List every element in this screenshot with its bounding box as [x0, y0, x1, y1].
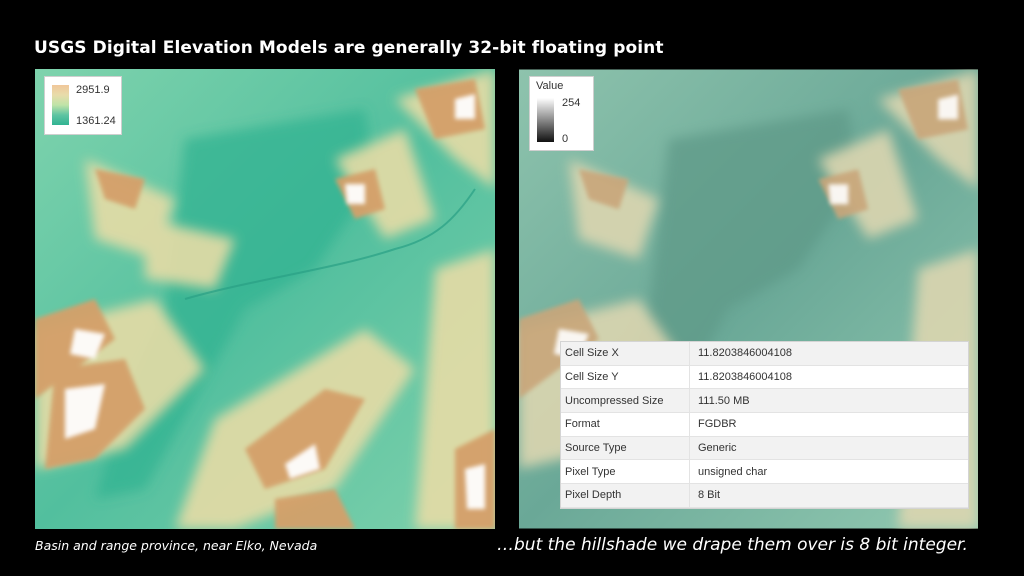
- left-caption: Basin and range province, near Elko, Nev…: [35, 538, 318, 553]
- legend-min-label: 1361.24: [76, 115, 116, 127]
- legend-title: Value: [536, 80, 564, 92]
- table-row: Pixel Depth 8 Bit: [561, 483, 968, 508]
- property-key: Uncompressed Size: [561, 388, 690, 414]
- property-value: 111.50 MB: [689, 388, 968, 414]
- table-row: Uncompressed Size 111.50 MB: [561, 388, 968, 414]
- right-caption: …but the hillshade we drape them over is…: [497, 535, 968, 555]
- elevation-legend: 2951.9 1361.24: [44, 76, 122, 135]
- slide-title: USGS Digital Elevation Models are genera…: [34, 38, 664, 58]
- table-row: Format FGDBR: [561, 412, 968, 437]
- property-value: unsigned char: [689, 459, 968, 485]
- table-row: Cell Size Y 11.8203846004108: [561, 365, 968, 390]
- elevation-map[interactable]: [35, 69, 495, 529]
- legend-min-label: 0: [562, 133, 569, 145]
- legend-max-label: 254: [562, 97, 581, 109]
- raster-properties-panel: Cell Size X 11.8203846004108 Cell Size Y…: [560, 341, 969, 509]
- property-key: Pixel Type: [561, 459, 690, 485]
- table-row: Cell Size X 11.8203846004108: [561, 342, 968, 366]
- property-value: 11.8203846004108: [689, 342, 968, 366]
- property-key: Cell Size Y: [561, 365, 690, 390]
- table-row: Source Type Generic: [561, 436, 968, 461]
- property-key: Format: [561, 412, 690, 437]
- property-key: Cell Size X: [561, 342, 690, 366]
- property-value: FGDBR: [689, 412, 968, 437]
- legend-max-label: 2951.9: [76, 84, 110, 96]
- color-ramp: [52, 85, 69, 125]
- property-key: Source Type: [561, 436, 690, 461]
- property-value: Generic: [689, 436, 968, 461]
- hillshade-legend: Value 254 0: [529, 76, 594, 151]
- table-row: Pixel Type unsigned char: [561, 459, 968, 485]
- properties-table: Cell Size X 11.8203846004108 Cell Size Y…: [561, 342, 968, 508]
- property-value: 11.8203846004108: [689, 365, 968, 390]
- property-key: Pixel Depth: [561, 483, 690, 508]
- grayscale-ramp: [537, 98, 554, 142]
- property-value: 8 Bit: [689, 483, 968, 508]
